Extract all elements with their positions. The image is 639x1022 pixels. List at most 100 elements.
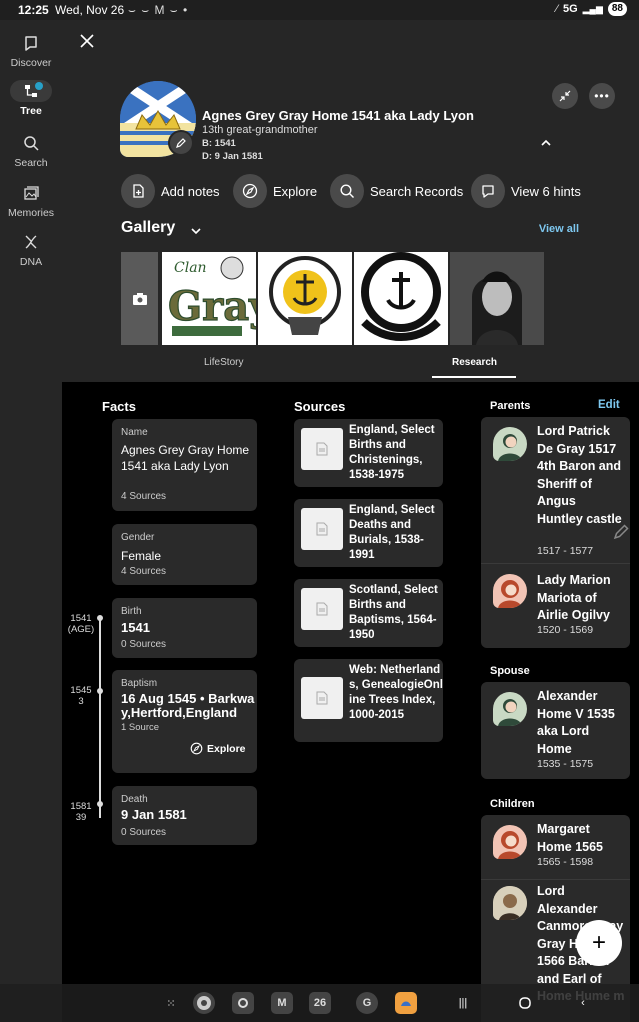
view-hints-button[interactable]: View 6 hints xyxy=(471,174,581,208)
rail-item-search[interactable]: Search xyxy=(0,132,62,169)
timeline-dot xyxy=(97,688,103,694)
person-photo-avatar xyxy=(493,886,527,920)
gallery-title: Gallery xyxy=(121,219,176,236)
source-card[interactable]: England, Select Deaths and Burials, 1538… xyxy=(294,499,443,567)
person-birth: B: 1541 xyxy=(202,138,236,149)
view-all-link[interactable]: View all xyxy=(539,223,579,235)
chevron-up-icon[interactable] xyxy=(540,136,552,148)
rail-label: Memories xyxy=(7,207,55,219)
ancestry-app-icon[interactable] xyxy=(395,992,417,1014)
edit-relatives-link[interactable]: Edit xyxy=(598,399,620,411)
gallery-photo[interactable] xyxy=(450,252,544,345)
person-relationship: 13th great-grandmother xyxy=(202,124,318,136)
relative-item[interactable]: Lady Marion Mariota of Airlie Ogilvy 152… xyxy=(481,564,630,648)
rail-item-discover[interactable]: Discover xyxy=(0,32,62,69)
female-avatar-icon xyxy=(493,825,527,859)
fact-value: 1541 xyxy=(121,620,150,635)
fact-value: 9 Jan 1581 xyxy=(121,807,187,822)
fact-card-baptism[interactable]: Baptism 16 Aug 1545 • Barkway,Hertford,E… xyxy=(112,670,257,773)
search-icon xyxy=(330,174,364,208)
relative-dates: 1565 - 1598 xyxy=(537,856,594,868)
home-icon[interactable] xyxy=(514,992,536,1014)
relative-item[interactable]: Margaret Home 1565 1565 - 1598 xyxy=(481,815,630,879)
source-card[interactable]: Web: Netherlands, GenealogieOnline Trees… xyxy=(294,659,443,742)
gallery-photo[interactable] xyxy=(258,252,352,345)
gallery-photo[interactable]: Clan Gray xyxy=(162,252,256,345)
sources-title: Sources xyxy=(294,399,346,414)
source-card[interactable]: Scotland, Select Births and Baptisms, 15… xyxy=(294,579,443,647)
recents-icon[interactable]: ||| xyxy=(452,992,474,1014)
google-icon[interactable]: G xyxy=(356,992,378,1014)
tab-lifestory[interactable]: LifeStory xyxy=(204,357,243,368)
search-icon xyxy=(16,132,46,154)
apps-grid-icon[interactable]: ⁙ xyxy=(160,992,182,1014)
relative-name: Lady Marion Mariota of Airlie Ogilvy xyxy=(537,573,611,622)
edit-photo-button[interactable] xyxy=(168,130,194,156)
spouse-card[interactable]: Alexander Home V 1535 aka Lord Home 1535… xyxy=(481,682,630,779)
status-bar: 12:25 Wed, Nov 26 ⌣ ⌣ M ⌣ • ⁄ 5G ▂▄▆ 88 xyxy=(0,0,639,20)
fact-card-death[interactable]: Death 9 Jan 1581 0 Sources xyxy=(112,786,257,845)
fact-sources: 4 Sources xyxy=(121,491,167,502)
pencil-icon xyxy=(176,138,186,148)
search-records-button[interactable]: Search Records xyxy=(330,174,463,208)
source-card[interactable]: England, Select Births and Christenings,… xyxy=(294,419,443,487)
add-fab-button[interactable]: + xyxy=(576,920,622,966)
document-icon xyxy=(301,428,343,470)
fact-value: Female xyxy=(121,549,162,563)
rail-label: Discover xyxy=(10,57,52,69)
timeline-line xyxy=(99,618,101,818)
fact-explore-button[interactable]: Explore xyxy=(190,742,246,755)
relative-name: Lord Patrick De Gray 1517 4th Baron and … xyxy=(537,424,622,526)
gallery-photo[interactable] xyxy=(354,252,448,345)
rail-label: DNA xyxy=(19,256,43,268)
action-label: Search Records xyxy=(370,183,464,199)
fact-card-name[interactable]: Name Agnes Grey Gray Home 1541 aka Lady … xyxy=(112,419,257,511)
fact-card-gender[interactable]: Gender Female 4 Sources xyxy=(112,524,257,585)
fact-value: Agnes Grey Gray Home 1541 aka Lady Lyon xyxy=(121,443,250,473)
person-name: Agnes Grey Gray Home 1541 aka Lady Lyon xyxy=(202,108,474,123)
back-icon[interactable]: ‹ xyxy=(572,992,594,1014)
relative-item[interactable]: Lord Patrick De Gray 1517 4th Baron and … xyxy=(481,417,630,563)
navigation-rail: Discover Tree Search Memories DNA xyxy=(0,20,62,1022)
gmail-icon[interactable]: M xyxy=(271,992,293,1014)
fact-value: 16 Aug 1545 • Barkway,Hertford,England xyxy=(121,691,255,720)
fact-sources: 1 Source xyxy=(121,722,160,733)
timeline-year: 1545 3 xyxy=(70,685,92,707)
timeline-year: 1581 39 xyxy=(70,801,92,823)
network-label: 5G xyxy=(562,3,578,15)
relative-name: Alexander Home V 1535 aka Lord Home xyxy=(537,689,615,756)
fact-card-birth[interactable]: Birth 1541 0 Sources xyxy=(112,598,257,658)
timeline-dot xyxy=(97,615,103,621)
rail-item-dna[interactable]: DNA xyxy=(0,231,62,268)
male-avatar-icon xyxy=(493,427,527,461)
rail-item-tree[interactable]: Tree xyxy=(0,80,62,117)
male-avatar-icon xyxy=(493,692,527,726)
tab-research[interactable]: Research xyxy=(452,357,497,368)
facts-title: Facts xyxy=(102,399,136,414)
status-time: 12:25 xyxy=(18,3,49,17)
timeline-dot xyxy=(97,801,103,807)
pencil-icon[interactable] xyxy=(612,523,634,545)
fact-label: Death xyxy=(121,794,148,805)
add-notes-button[interactable]: Add notes xyxy=(121,174,220,208)
chevron-down-icon[interactable] xyxy=(190,224,202,236)
explore-label: Explore xyxy=(207,742,246,755)
fact-label: Gender xyxy=(121,532,155,543)
rail-item-memories[interactable]: Memories xyxy=(0,182,62,219)
more-options-button[interactable]: ••• xyxy=(589,83,615,109)
chrome-icon[interactable] xyxy=(193,992,215,1014)
compass-icon xyxy=(190,742,203,755)
collapse-button[interactable] xyxy=(552,83,578,109)
add-photo-button[interactable] xyxy=(121,252,158,345)
camera-app-icon[interactable] xyxy=(232,992,254,1014)
source-title: England, Select Deaths and Burials, 1538… xyxy=(349,504,435,561)
signal-icon: ▂▄▆ xyxy=(582,3,603,14)
calendar-icon[interactable]: 26 xyxy=(309,992,331,1014)
explore-button[interactable]: Explore xyxy=(233,174,317,208)
parents-title: Parents xyxy=(490,400,531,412)
rail-label: Tree xyxy=(20,105,42,117)
status-right: ⁄ 5G ▂▄▆ 88 xyxy=(556,2,627,16)
notification-icons: ⌣ ⌣ M ⌣ • xyxy=(128,3,189,17)
close-icon[interactable] xyxy=(80,34,100,54)
action-label: View 6 hints xyxy=(511,183,581,199)
